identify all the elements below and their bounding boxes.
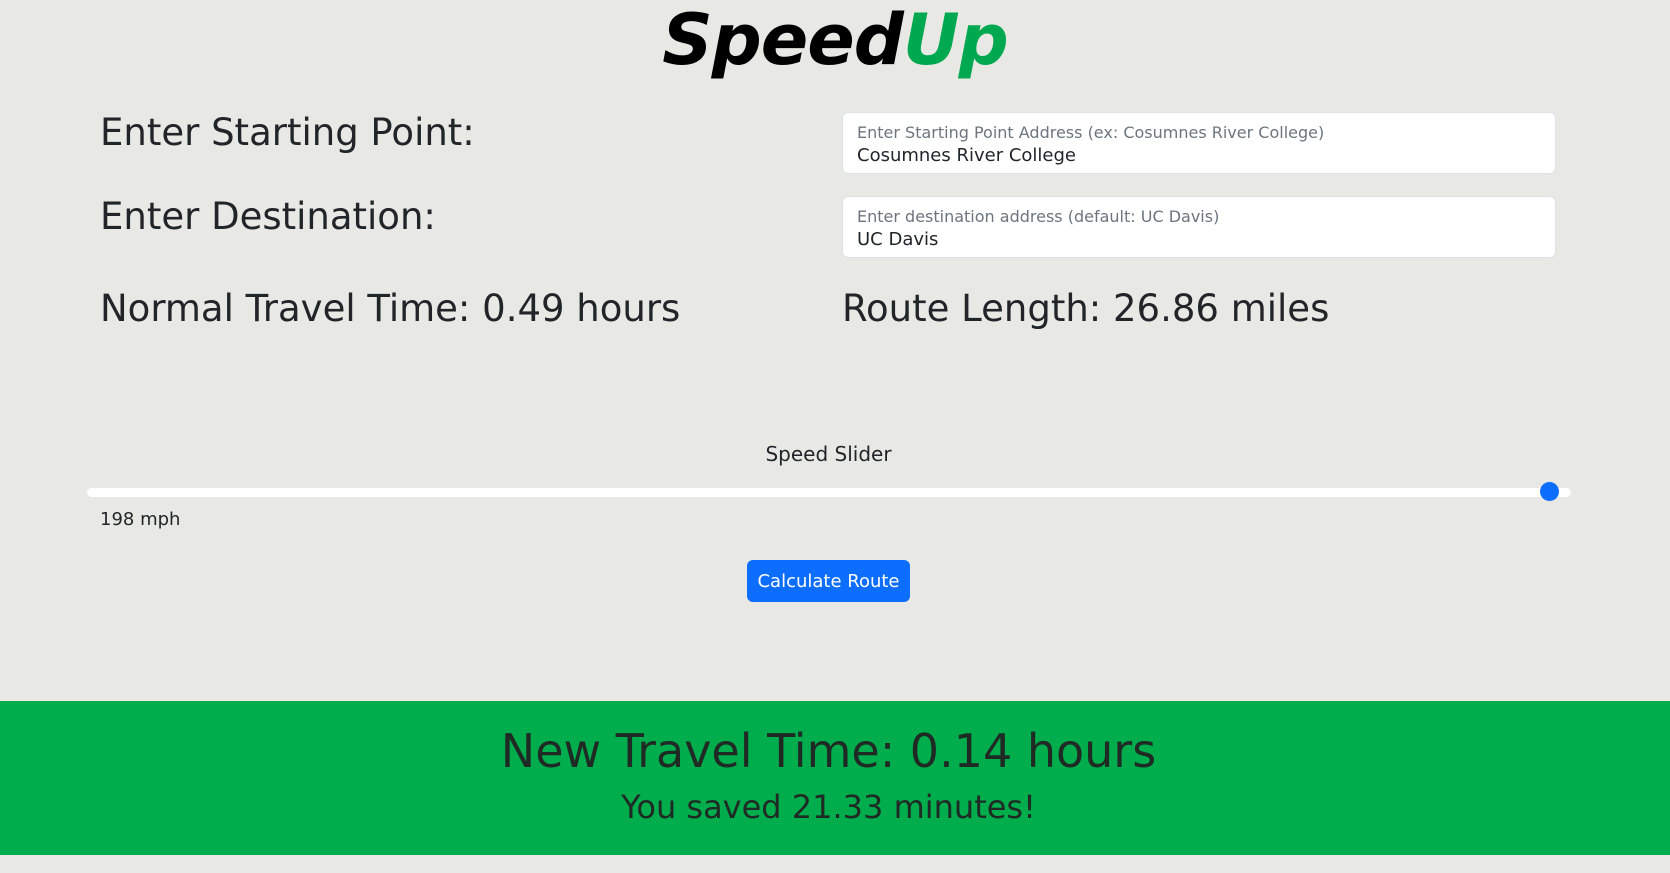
destination-field[interactable]: Enter destination address (default: UC D…: [842, 196, 1556, 258]
speedup-logo: SpeedUp: [0, 0, 1670, 80]
starting-point-floating-label: Enter Starting Point Address (ex: Cosumn…: [857, 123, 1325, 142]
time-saved-message: You saved 21.33 minutes!: [621, 788, 1036, 826]
destination-floating-label: Enter destination address (default: UC D…: [857, 207, 1220, 226]
speed-readout: 198 mph: [100, 509, 181, 530]
new-travel-time: New Travel Time: 0.14 hours: [500, 724, 1157, 778]
normal-travel-time: Normal Travel Time: 0.49 hours: [100, 287, 681, 330]
logo-text-up: Up: [902, 0, 1009, 81]
speed-slider-thumb[interactable]: [1539, 482, 1559, 501]
destination-input[interactable]: [857, 229, 1537, 250]
route-length: Route Length: 26.86 miles: [842, 287, 1330, 330]
speed-slider-title: Speed Slider: [765, 442, 892, 466]
speed-slider-track[interactable]: [87, 488, 1571, 497]
starting-point-label: Enter Starting Point:: [100, 111, 475, 154]
destination-label: Enter Destination:: [100, 195, 436, 238]
calculate-route-button[interactable]: Calculate Route: [747, 560, 910, 602]
starting-point-field[interactable]: Enter Starting Point Address (ex: Cosumn…: [842, 112, 1556, 174]
starting-point-input[interactable]: [857, 145, 1537, 166]
result-banner: New Travel Time: 0.14 hours You saved 21…: [0, 701, 1670, 855]
logo-text-speed: Speed: [662, 0, 904, 81]
